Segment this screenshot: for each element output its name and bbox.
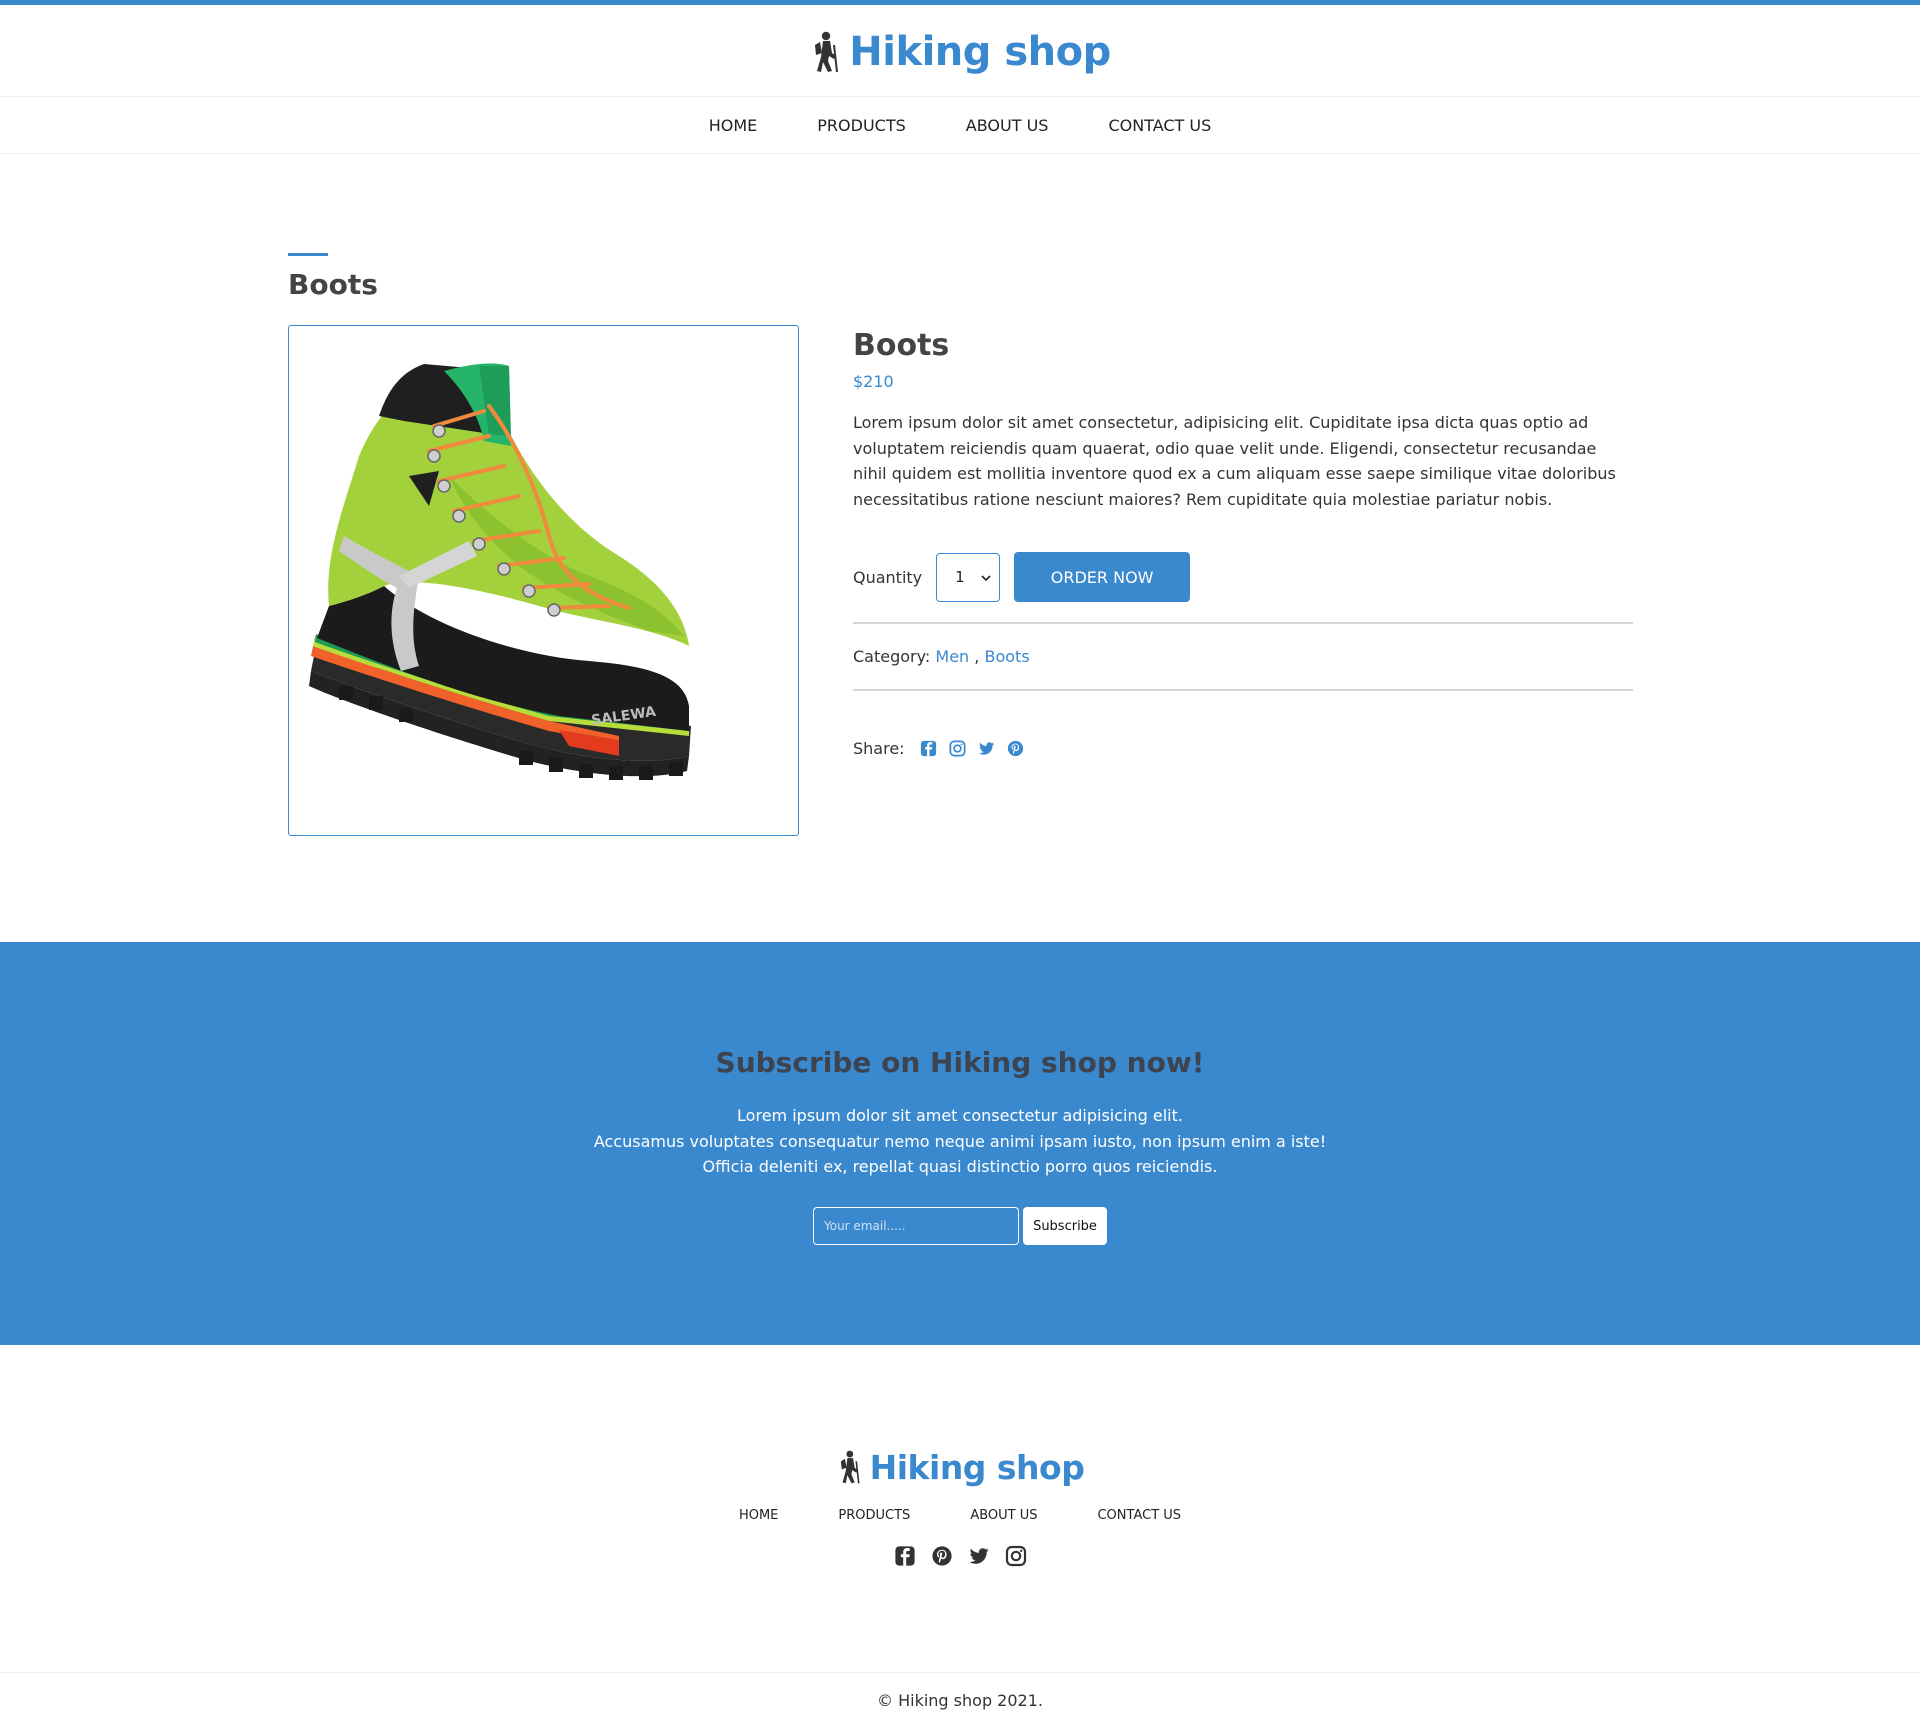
brand-name: Hiking shop	[869, 1447, 1085, 1487]
section-title: Boots	[288, 268, 378, 301]
category-link-men[interactable]: Men	[935, 647, 969, 666]
nav-item-home[interactable]: HOME	[709, 116, 758, 135]
nav-item-products[interactable]: PRODUCTS	[817, 116, 906, 135]
quantity-value: 1	[955, 568, 965, 586]
twitter-icon[interactable]	[967, 1544, 991, 1568]
product-price: $210	[853, 372, 894, 391]
divider	[853, 689, 1633, 691]
footer-nav-home[interactable]: HOME	[739, 1508, 778, 1523]
quantity-select[interactable]: 1	[936, 552, 1001, 602]
header-logo[interactable]: Hiking shop	[0, 24, 1920, 80]
facebook-icon[interactable]	[919, 739, 938, 758]
subscribe-text-line: Officia deleniti ex, repellat quasi dist…	[702, 1157, 1218, 1176]
quantity-label: Quantity	[853, 567, 923, 587]
product-description: Lorem ipsum dolor sit amet consectetur, …	[853, 413, 1616, 509]
chevron-down-icon	[981, 571, 991, 584]
product-title: Boots	[853, 328, 950, 363]
subscribe-text-line: Lorem ipsum dolor sit amet consectetur a…	[737, 1106, 1183, 1125]
hiker-icon	[809, 31, 841, 73]
nav-item-contact-us[interactable]: CONTACT US	[1108, 116, 1211, 135]
subscribe-title: Subscribe on Hiking shop now!	[715, 1046, 1205, 1079]
hiker-icon	[836, 1450, 862, 1484]
pinterest-icon[interactable]	[930, 1544, 954, 1568]
subscribe-text-line: Accusamus voluptates consequatur nemo ne…	[593, 1131, 1327, 1151]
footer-nav: HOME PRODUCTS ABOUT US CONTACT US	[0, 1508, 1920, 1523]
order-row: Quantity 1 ORDER NOW	[853, 552, 1191, 602]
category-row: Category: Men , Boots	[853, 647, 1030, 666]
product-image-frame: SALEWA	[288, 325, 799, 836]
category-label: Category:	[853, 647, 931, 666]
twitter-icon[interactable]	[977, 739, 996, 758]
footer-logo[interactable]: Hiking shop	[0, 1442, 1920, 1492]
subscribe-section: Subscribe on Hiking shop now! Lorem ipsu…	[0, 942, 1920, 1345]
share-label: Share:	[853, 739, 905, 758]
copyright: © Hiking shop 2021.	[0, 1672, 1920, 1728]
subscribe-form: Subscribe	[0, 1207, 1920, 1245]
subscribe-button[interactable]: Subscribe	[1023, 1207, 1107, 1245]
footer-nav-contact-us[interactable]: CONTACT US	[1097, 1508, 1181, 1523]
subscribe-text: Lorem ipsum dolor sit amet consectetur a…	[0, 1103, 1920, 1180]
brand-name: Hiking shop	[849, 29, 1111, 75]
facebook-icon[interactable]	[893, 1544, 917, 1568]
hiking-boot-image: SALEWA	[289, 326, 798, 835]
share-row: Share:	[853, 739, 1025, 758]
instagram-icon[interactable]	[948, 739, 967, 758]
order-now-button[interactable]: ORDER NOW	[1014, 552, 1191, 602]
main-nav: HOME PRODUCTS ABOUT US CONTACT US	[0, 96, 1920, 154]
category-link-boots[interactable]: Boots	[984, 647, 1029, 666]
section-title-accent	[288, 253, 328, 256]
instagram-icon[interactable]	[1004, 1544, 1028, 1568]
footer-nav-about-us[interactable]: ABOUT US	[970, 1508, 1037, 1523]
pinterest-icon[interactable]	[1006, 739, 1025, 758]
email-field[interactable]	[813, 1207, 1019, 1245]
footer-nav-products[interactable]: PRODUCTS	[838, 1508, 910, 1523]
divider	[853, 622, 1633, 624]
top-accent-bar	[0, 0, 1920, 5]
footer-social-links	[0, 1544, 1920, 1568]
nav-item-about-us[interactable]: ABOUT US	[966, 116, 1049, 135]
category-separator: ,	[974, 647, 980, 666]
